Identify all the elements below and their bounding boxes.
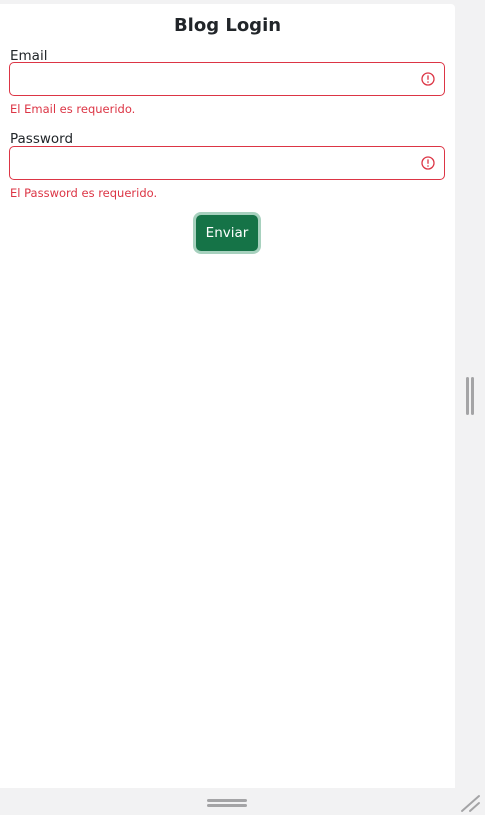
submit-button[interactable]: Enviar <box>196 215 258 251</box>
grip-horizontal-icon[interactable] <box>207 799 247 808</box>
email-error-message: El Email es requerido. <box>10 102 136 116</box>
email-field-wrapper <box>9 62 445 96</box>
exclamation-circle-icon <box>421 72 435 86</box>
preview-viewport: Blog Login Email El Email es requerido. … <box>0 4 455 788</box>
password-label: Password <box>10 131 74 147</box>
responsive-preview-frame: Blog Login Email El Email es requerido. … <box>0 0 485 815</box>
password-field[interactable] <box>10 147 410 179</box>
resize-corner-icon[interactable] <box>459 793 481 813</box>
password-error-message: El Password es requerido. <box>10 186 158 200</box>
email-field[interactable] <box>10 63 410 95</box>
password-field-wrapper <box>9 146 445 180</box>
grip-vertical-icon[interactable] <box>466 377 475 417</box>
exclamation-circle-icon <box>421 156 435 170</box>
page-title: Blog Login <box>173 15 282 36</box>
